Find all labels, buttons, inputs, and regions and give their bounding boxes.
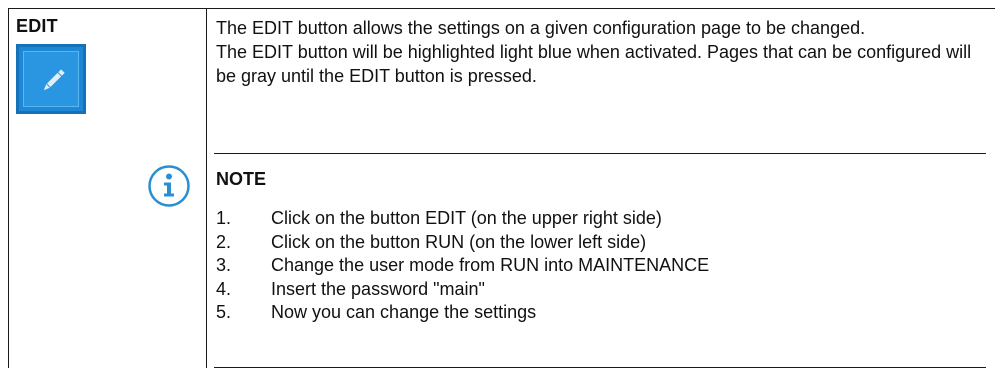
term-label: EDIT — [16, 16, 58, 36]
note-steps-list: 1. Click on the button EDIT (on the upper… — [216, 207, 709, 325]
step-number: 3. — [216, 255, 232, 275]
step-text: Change the user mode from RUN into MAINT… — [271, 255, 710, 275]
info-icon — [147, 164, 191, 213]
pencil-icon — [43, 69, 65, 91]
step-number: 5. — [216, 302, 232, 322]
step-text: Click on the button RUN (on the lower le… — [271, 231, 647, 252]
step-number: 4. — [216, 278, 232, 299]
list-item: 5. Now you can change the settings — [216, 301, 709, 325]
term-column: EDIT — [9, 9, 207, 368]
list-item: 1. Click on the button EDIT (on the upper… — [216, 207, 709, 231]
description-column: The EDIT button allows the settings on a… — [214, 9, 986, 368]
step-text: Now you can change the settings — [271, 302, 537, 322]
list-item: 2. Click on the button RUN (on the lower … — [216, 231, 709, 255]
note-top-divider — [214, 153, 986, 154]
edit-button-icon — [16, 44, 86, 114]
description: The EDIT button allows the settings on a… — [216, 16, 986, 88]
step-text: Click on the button EDIT (on the upper r… — [271, 208, 662, 228]
note-title: NOTE — [216, 169, 267, 189]
step-number: 1. — [216, 208, 232, 228]
description-paragraph-2: The EDIT button will be highlighted ligh… — [216, 42, 972, 86]
step-number: 2. — [216, 231, 232, 252]
list-item: 4. Insert the password "main" — [216, 278, 709, 302]
description-paragraph-1: The EDIT button allows the settings on a… — [216, 18, 866, 38]
step-text: Insert the password "main" — [271, 278, 485, 299]
list-item: 3. Change the user mode from RUN into MAI… — [216, 254, 709, 278]
definition-table: EDIT The EDIT button allows the settings… — [8, 8, 995, 368]
